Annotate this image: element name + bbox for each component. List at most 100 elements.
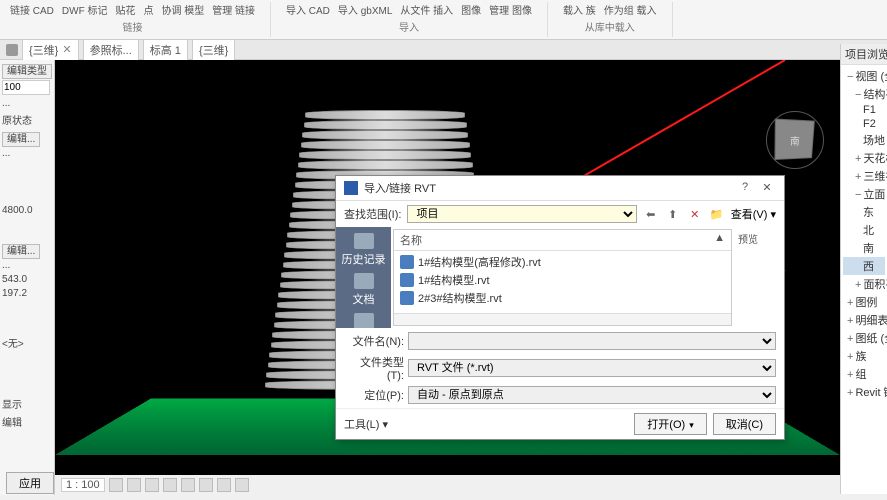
ribbon-button[interactable]: 载入 族: [563, 2, 596, 17]
tree-item[interactable]: +天花板...: [843, 149, 885, 167]
filename-input[interactable]: [408, 332, 776, 350]
tree-item[interactable]: 东: [843, 203, 885, 221]
expander-icon[interactable]: +: [847, 333, 853, 345]
view-tab[interactable]: 参照标...: [83, 39, 139, 61]
back-icon[interactable]: ⬅: [643, 206, 659, 222]
ribbon-button[interactable]: 链接 CAD: [10, 2, 54, 17]
ribbon-button[interactable]: 导入 gbXML: [338, 2, 392, 17]
edit-type-button[interactable]: 编辑类型: [2, 64, 52, 79]
status-icon[interactable]: [109, 478, 123, 492]
column-name[interactable]: 名称: [400, 232, 714, 248]
file-item[interactable]: 1#结构模型.rvt: [396, 271, 729, 289]
ribbon-button[interactable]: 贴花: [115, 2, 135, 17]
tools-dropdown[interactable]: 工具(L) ▾: [344, 416, 388, 432]
close-button[interactable]: ✕: [758, 181, 776, 195]
scale-input[interactable]: [2, 80, 50, 95]
tree-item[interactable]: +图纸 (全...: [843, 329, 885, 347]
file-item[interactable]: 1#结构模型(高程修改).rvt: [396, 253, 729, 271]
tree-item[interactable]: −立面 (建...: [843, 185, 885, 203]
ribbon-button[interactable]: 管理 链接: [212, 2, 255, 17]
tree-item[interactable]: +族: [843, 347, 885, 365]
expander-icon[interactable]: +: [847, 369, 853, 381]
tree-item[interactable]: +组: [843, 365, 885, 383]
tree-item[interactable]: F2: [843, 117, 885, 131]
edit-button-1[interactable]: 编辑...: [2, 132, 40, 147]
tree-item[interactable]: 南: [843, 239, 885, 257]
view-tab[interactable]: {三维}: [192, 39, 235, 61]
view-tabs: {三维}✕参照标...标高 1{三维}: [0, 40, 887, 60]
rvt-file-icon: [400, 255, 414, 269]
tree-item[interactable]: +面积平面: [843, 275, 885, 293]
expander-icon[interactable]: +: [847, 315, 853, 327]
status-icon[interactable]: [217, 478, 231, 492]
scale-display[interactable]: 1 : 100: [61, 478, 105, 492]
tree-label: Revit 链...: [855, 387, 887, 399]
cube-face[interactable]: 南: [774, 118, 814, 160]
ribbon-button[interactable]: 协调 模型: [161, 2, 204, 17]
tree-item[interactable]: −视图 (全...: [843, 67, 885, 85]
status-icon[interactable]: [163, 478, 177, 492]
tree-item[interactable]: +三维视图: [843, 167, 885, 185]
status-icon[interactable]: [127, 478, 141, 492]
preview-pane: 预览: [734, 227, 784, 328]
expander-icon[interactable]: −: [855, 89, 861, 101]
file-item[interactable]: 2#3#结构模型.rvt: [396, 289, 729, 307]
expander-icon[interactable]: −: [855, 189, 861, 201]
tree-item[interactable]: 西: [843, 257, 885, 275]
expander-icon[interactable]: +: [855, 171, 861, 183]
file-name: 1#结构模型(高程修改).rvt: [418, 254, 541, 270]
tree-label: 场地: [863, 135, 885, 147]
status-icon[interactable]: [199, 478, 213, 492]
ribbon-button[interactable]: DWF 标记: [62, 2, 108, 17]
apply-button[interactable]: 应用: [6, 472, 54, 494]
status-icon[interactable]: [181, 478, 195, 492]
expander-icon[interactable]: +: [847, 351, 853, 363]
lookin-dropdown[interactable]: 项目: [407, 205, 636, 223]
ribbon-button[interactable]: 管理 图像: [489, 2, 532, 17]
value-197: 197.2: [2, 288, 52, 299]
view-tab[interactable]: 标高 1: [143, 39, 188, 61]
filename-label: 文件名(N):: [344, 333, 404, 349]
file-name: 1#结构模型.rvt: [418, 272, 490, 288]
status-icon[interactable]: [235, 478, 249, 492]
up-icon[interactable]: ⬆: [665, 206, 681, 222]
horizontal-scrollbar[interactable]: [394, 313, 731, 325]
expander-icon[interactable]: +: [855, 153, 861, 165]
status-icon[interactable]: [145, 478, 159, 492]
edit-button-2[interactable]: 编辑...: [2, 244, 40, 259]
places-item[interactable]: 文档: [339, 271, 389, 309]
help-button[interactable]: ?: [736, 181, 754, 195]
ribbon-button[interactable]: 从文件 插入: [400, 2, 453, 17]
tree-item[interactable]: F1: [843, 103, 885, 117]
places-item[interactable]: 历史记录: [339, 231, 389, 269]
view-cube[interactable]: 南: [765, 110, 825, 170]
ribbon-button[interactable]: 点: [143, 2, 153, 17]
view-tab[interactable]: {三维}✕: [22, 39, 79, 61]
expander-icon[interactable]: +: [847, 387, 853, 399]
tree-item[interactable]: +图例: [843, 293, 885, 311]
tree-item[interactable]: −结构平面: [843, 85, 885, 103]
open-button[interactable]: 打开(O): [634, 413, 706, 435]
tree-item[interactable]: 北: [843, 221, 885, 239]
cancel-button[interactable]: 取消(C): [713, 413, 776, 435]
expander-icon[interactable]: +: [847, 297, 853, 309]
column-header[interactable]: 名称 ▲: [394, 230, 731, 251]
tree-item[interactable]: +Revit 链...: [843, 383, 885, 401]
ribbon-button[interactable]: 作为组 载入: [604, 2, 657, 17]
tree-item[interactable]: 场地: [843, 131, 885, 149]
tree-item[interactable]: +明细表/...: [843, 311, 885, 329]
views-dropdown[interactable]: 查看(V) ▾: [731, 206, 776, 222]
expander-icon[interactable]: −: [847, 71, 853, 83]
ribbon-button[interactable]: 图像: [461, 2, 481, 17]
expander-icon[interactable]: +: [855, 279, 861, 291]
tree-label: F1: [863, 104, 876, 116]
ribbon-button[interactable]: 导入 CAD: [286, 2, 330, 17]
filetype-dropdown[interactable]: RVT 文件 (*.rvt): [408, 359, 776, 377]
file-name: 2#3#结构模型.rvt: [418, 290, 502, 306]
places-item[interactable]: 我的电脑: [339, 311, 389, 328]
delete-icon[interactable]: ✕: [687, 206, 703, 222]
home-icon[interactable]: [6, 44, 18, 56]
tab-close-icon[interactable]: ✕: [62, 43, 71, 56]
position-dropdown[interactable]: 自动 - 原点到原点: [408, 386, 776, 404]
newfolder-icon[interactable]: 📁: [709, 206, 725, 222]
